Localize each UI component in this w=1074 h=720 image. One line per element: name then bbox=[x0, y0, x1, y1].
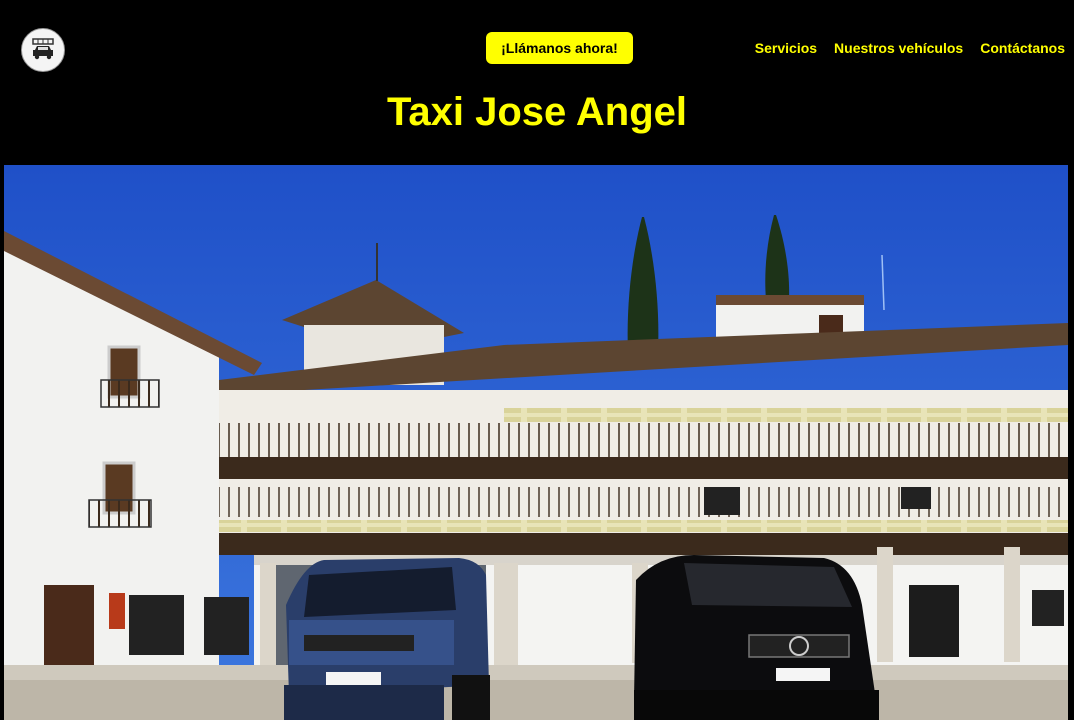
nav-vehiculos[interactable]: Nuestros vehículos bbox=[834, 40, 963, 56]
blue-van bbox=[284, 558, 490, 720]
taxi-car-icon bbox=[32, 38, 54, 60]
page-title: Taxi Jose Angel bbox=[386, 90, 688, 134]
nav-servicios[interactable]: Servicios bbox=[755, 40, 817, 56]
call-now-button[interactable]: ¡Llámanos ahora! bbox=[486, 32, 633, 64]
black-van bbox=[634, 555, 879, 720]
logo[interactable] bbox=[21, 28, 65, 72]
main-nav: Servicios Nuestros vehículos Contáctanos bbox=[755, 40, 1065, 56]
hero-image bbox=[4, 165, 1068, 720]
plaza-with-taxis-photo bbox=[4, 165, 1068, 720]
nav-contacto[interactable]: Contáctanos bbox=[980, 40, 1065, 56]
